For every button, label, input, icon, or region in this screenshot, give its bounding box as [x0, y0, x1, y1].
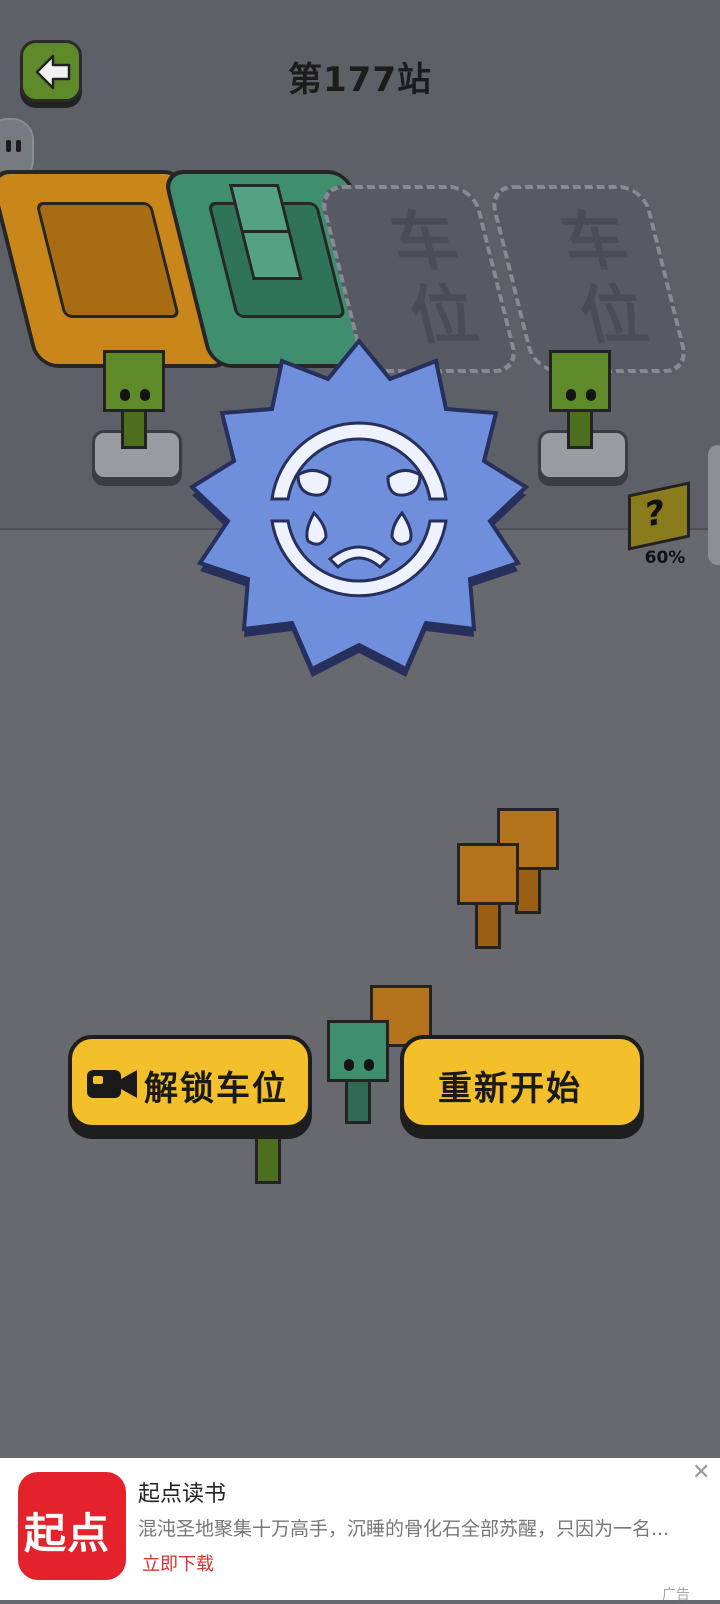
fail-badge	[188, 337, 530, 677]
restart-button[interactable]: 重新开始	[400, 1035, 644, 1129]
restart-label: 重新开始	[438, 1069, 582, 1109]
tab-eye-icon	[16, 140, 21, 152]
empty-slot-label: 车位	[373, 207, 484, 355]
right-edge-tab[interactable]	[708, 445, 720, 565]
ad-close-icon[interactable]: ✕	[692, 1460, 710, 1485]
figure-body	[255, 1130, 281, 1184]
car-cabin	[35, 202, 181, 318]
ad-title[interactable]: 起点读书	[138, 1476, 226, 1508]
ad-download-link[interactable]: 立即下载	[142, 1550, 214, 1576]
green-figure-head[interactable]	[549, 350, 611, 412]
teal-figure-head[interactable]	[327, 1020, 389, 1082]
unlock-slot-label: 解锁车位	[144, 1069, 288, 1109]
back-button[interactable]	[20, 40, 82, 102]
ad-app-logo[interactable]: 起点	[18, 1472, 126, 1580]
green-figure-head[interactable]	[103, 350, 165, 412]
ad-mark: 广告	[662, 1587, 690, 1603]
unlock-slot-button[interactable]: 解锁车位	[68, 1035, 312, 1129]
ad-description[interactable]: 混沌圣地聚集十万高手，沉睡的骨化石全部苏醒，只因为一名...	[138, 1514, 678, 1541]
tab-eye-icon	[6, 140, 11, 152]
empty-slot-label: 车位	[543, 207, 654, 355]
arrow-left-icon	[35, 54, 71, 90]
question-mark: ?	[645, 491, 665, 536]
badge-body	[188, 337, 530, 672]
ad-logo-text: 起点	[24, 1509, 111, 1558]
video-camera-icon	[87, 1070, 137, 1098]
mystery-percent: 60%	[644, 548, 686, 568]
level-title: 第177站	[288, 60, 432, 100]
orange-figure-head[interactable]	[457, 843, 519, 905]
